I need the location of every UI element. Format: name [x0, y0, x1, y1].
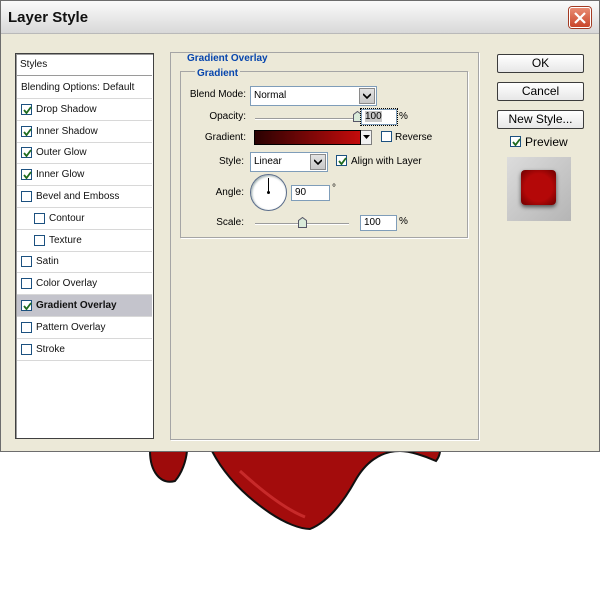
style-item-color-overlay[interactable]: Color Overlay [17, 273, 152, 296]
checkmark-icon [23, 106, 32, 115]
angle-dial[interactable] [250, 174, 287, 211]
reverse-checkbox[interactable] [381, 131, 392, 142]
style-item-checkbox[interactable] [21, 343, 32, 355]
style-item-label: Pattern Overlay [36, 321, 106, 333]
opacity-label: Opacity: [209, 111, 246, 122]
style-item-checkbox[interactable] [21, 321, 32, 333]
group-title: Gradient [195, 68, 241, 79]
style-item-drop-shadow[interactable]: Drop Shadow [17, 99, 152, 121]
style-item-label: Inner Shadow [36, 125, 98, 137]
style-item-label: Inner Glow [36, 169, 85, 181]
style-item-bevel-and-emboss[interactable]: Bevel and Emboss [17, 186, 152, 208]
cancel-button[interactable]: Cancel [497, 82, 584, 101]
style-item-checkbox[interactable] [21, 125, 32, 137]
style-item-label: Outer Glow [36, 147, 87, 159]
close-icon [574, 11, 586, 24]
style-item-label: Color Overlay [36, 278, 98, 290]
style-item-checkbox[interactable] [21, 191, 32, 202]
angle-value: 90 [295, 187, 307, 198]
chevron-down-icon [359, 88, 375, 104]
style-item-label: Gradient Overlay [36, 300, 117, 311]
preview-swatch [521, 170, 556, 205]
style-item-checkbox[interactable] [34, 212, 45, 224]
style-item-inner-glow[interactable]: Inner Glow [17, 164, 152, 187]
style-label: Style: [218, 156, 244, 167]
style-select[interactable]: Linear [250, 152, 328, 172]
style-item-satin[interactable]: Satin [17, 251, 152, 274]
document-canvas [0, 450, 600, 602]
gradient-picker-button[interactable] [361, 130, 372, 145]
chevron-down-icon [310, 154, 326, 170]
angle-input[interactable]: 90 [291, 185, 330, 201]
style-item-checkbox[interactable] [21, 169, 32, 181]
blend-mode-value: Normal [254, 90, 287, 101]
checkmark-icon [23, 128, 32, 137]
style-item-gradient-overlay[interactable]: Gradient Overlay [17, 295, 152, 317]
style-item-checkbox[interactable] [21, 256, 32, 268]
style-item-checkbox[interactable] [34, 234, 45, 246]
style-item-checkbox[interactable] [21, 278, 32, 290]
checkmark-icon [23, 171, 32, 180]
align-with-layer-checkbox[interactable] [336, 155, 347, 166]
layer-style-dialog: Layer Style Styles Blending Options: Def… [0, 0, 600, 452]
styles-header-label: Styles [20, 59, 48, 70]
style-item-texture[interactable]: Texture [17, 230, 152, 252]
angle-indicator [267, 178, 270, 194]
scale-value: 100 [364, 217, 381, 228]
blend-mode-select[interactable]: Normal [250, 86, 377, 106]
style-value: Linear [254, 156, 282, 167]
blend-mode-label: Blend Mode: [189, 89, 246, 100]
close-button[interactable] [569, 7, 591, 28]
checkmark-icon [23, 302, 32, 311]
checkmark-icon [23, 149, 32, 158]
style-item-label: Contour [49, 212, 85, 224]
styles-list: Styles Blending Options: Default Drop Sha… [15, 53, 154, 439]
title-bar: Layer Style [1, 1, 599, 34]
gradient-label: Gradient: [204, 132, 246, 143]
opacity-unit: % [399, 111, 408, 122]
angle-label: Angle: [215, 187, 244, 198]
scale-slider-thumb[interactable] [297, 217, 307, 228]
style-item-label: Texture [49, 234, 82, 246]
section-title: Gradient Overlay [185, 53, 270, 64]
red-shape-artwork [148, 451, 442, 531]
style-item-outer-glow[interactable]: Outer Glow [17, 142, 152, 165]
opacity-value: 100 [365, 111, 382, 122]
opacity-slider-track[interactable] [255, 118, 357, 120]
new-style-button[interactable]: New Style... [497, 110, 584, 129]
style-item-inner-shadow[interactable]: Inner Shadow [17, 121, 152, 143]
style-item-checkbox[interactable] [21, 147, 32, 159]
style-item-checkbox[interactable] [21, 300, 32, 311]
angle-unit: ° [332, 183, 336, 194]
style-item-stroke[interactable]: Stroke [17, 339, 152, 361]
opacity-input[interactable]: 100 [360, 108, 398, 126]
checkmark-icon [512, 138, 521, 147]
checkmark-icon [338, 157, 347, 166]
chevron-down-icon [362, 135, 370, 139]
style-item-label: Blending Options: Default [21, 82, 135, 93]
style-item-pattern-overlay[interactable]: Pattern Overlay [17, 317, 152, 339]
style-preview [507, 157, 571, 221]
preview-checkbox[interactable] [510, 136, 521, 147]
style-item-label: Stroke [36, 343, 65, 355]
style-item-label: Satin [36, 256, 59, 268]
style-item-blending-options-default[interactable]: Blending Options: Default [17, 77, 152, 99]
dialog-title: Layer Style [8, 9, 89, 26]
ok-button[interactable]: OK [497, 54, 584, 73]
style-item-label: Bevel and Emboss [36, 191, 120, 202]
style-item-contour[interactable]: Contour [17, 208, 152, 230]
gradient-swatch[interactable] [254, 130, 361, 145]
scale-input[interactable]: 100 [360, 215, 397, 231]
style-item-checkbox[interactable] [21, 103, 32, 115]
styles-list-header[interactable]: Styles [17, 54, 152, 76]
style-item-label: Drop Shadow [36, 103, 97, 115]
scale-unit: % [399, 216, 408, 227]
scale-label: Scale: [216, 217, 244, 228]
preview-label: Preview [525, 135, 568, 149]
reverse-label: Reverse [395, 132, 433, 143]
align-with-layer-label: Align with Layer [351, 156, 422, 167]
